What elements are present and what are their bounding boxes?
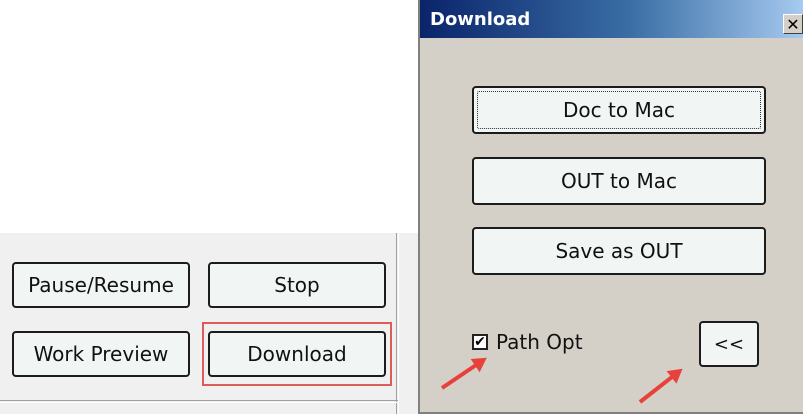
close-icon[interactable]: ✕ xyxy=(783,14,803,34)
panel-divider xyxy=(396,233,397,414)
collapse-button[interactable]: << xyxy=(699,321,759,367)
out-to-mac-button[interactable]: OUT to Mac xyxy=(472,157,766,205)
download-dialog: Download ✕ Doc to Mac OUT to Mac Save as… xyxy=(418,0,803,414)
dialog-titlebar[interactable]: Download ✕ xyxy=(420,0,803,38)
pause-resume-button[interactable]: Pause/Resume xyxy=(12,262,190,308)
work-preview-button[interactable]: Work Preview xyxy=(12,331,190,377)
stop-button[interactable]: Stop xyxy=(208,262,386,308)
dialog-title: Download xyxy=(430,8,531,30)
path-opt-checkbox[interactable]: ✔ xyxy=(472,334,488,350)
panel-bottom-divider xyxy=(0,400,398,401)
path-opt-label: Path Opt xyxy=(496,330,583,354)
save-as-out-button[interactable]: Save as OUT xyxy=(472,227,766,275)
download-highlight-box xyxy=(202,322,392,386)
panel-divider-highlight xyxy=(398,233,399,414)
doc-to-mac-button[interactable]: Doc to Mac xyxy=(472,86,766,134)
panel-bottom-divider-highlight xyxy=(0,402,398,403)
path-opt-checkbox-group[interactable]: ✔ Path Opt xyxy=(472,330,583,354)
